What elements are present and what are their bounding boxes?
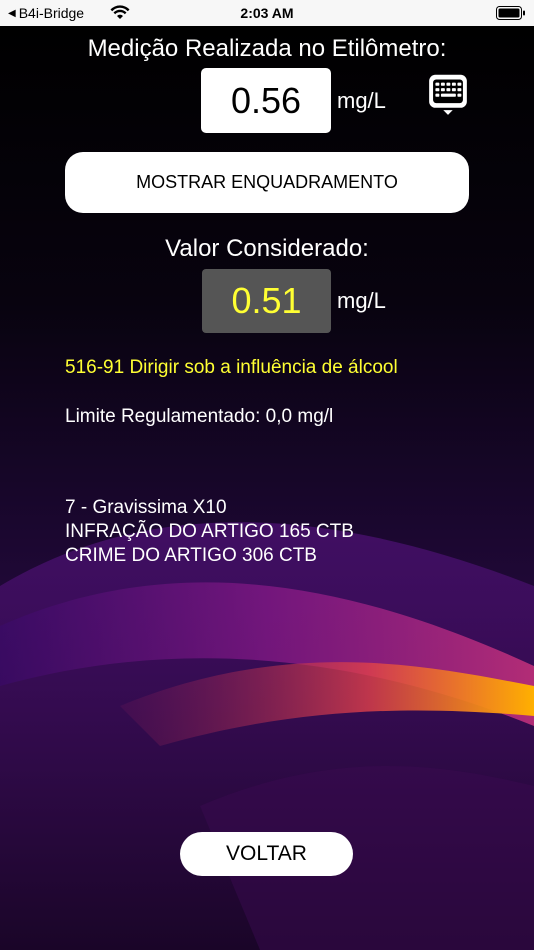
- measurement-title: Medição Realizada no Etilômetro:: [87, 35, 447, 62]
- show-framing-button[interactable]: MOSTRAR ENQUADRAMENTO: [65, 152, 469, 213]
- back-button[interactable]: VOLTAR: [180, 832, 353, 876]
- keyboard-icon[interactable]: [423, 74, 473, 118]
- considered-unit: mg/L: [337, 288, 386, 313]
- infraction-article-text: INFRAÇÃO DO ARTIGO 165 CTB: [65, 521, 354, 542]
- measurement-unit: mg/L: [337, 88, 386, 113]
- measurement-input[interactable]: 0.56: [201, 68, 331, 133]
- considered-value: 0.51: [202, 269, 331, 333]
- main-content: Medição Realizada no Etilômetro: 0.56 mg…: [0, 0, 534, 950]
- gravity-text: 7 - Gravissima X10: [65, 497, 227, 518]
- crime-article-text: CRIME DO ARTIGO 306 CTB: [65, 545, 317, 566]
- limit-text: Limite Regulamentado: 0,0 mg/l: [65, 406, 334, 427]
- considered-title: Valor Considerado:: [165, 235, 369, 262]
- infraction-text: 516-91 Dirigir sob a influência de álcoo…: [65, 357, 398, 378]
